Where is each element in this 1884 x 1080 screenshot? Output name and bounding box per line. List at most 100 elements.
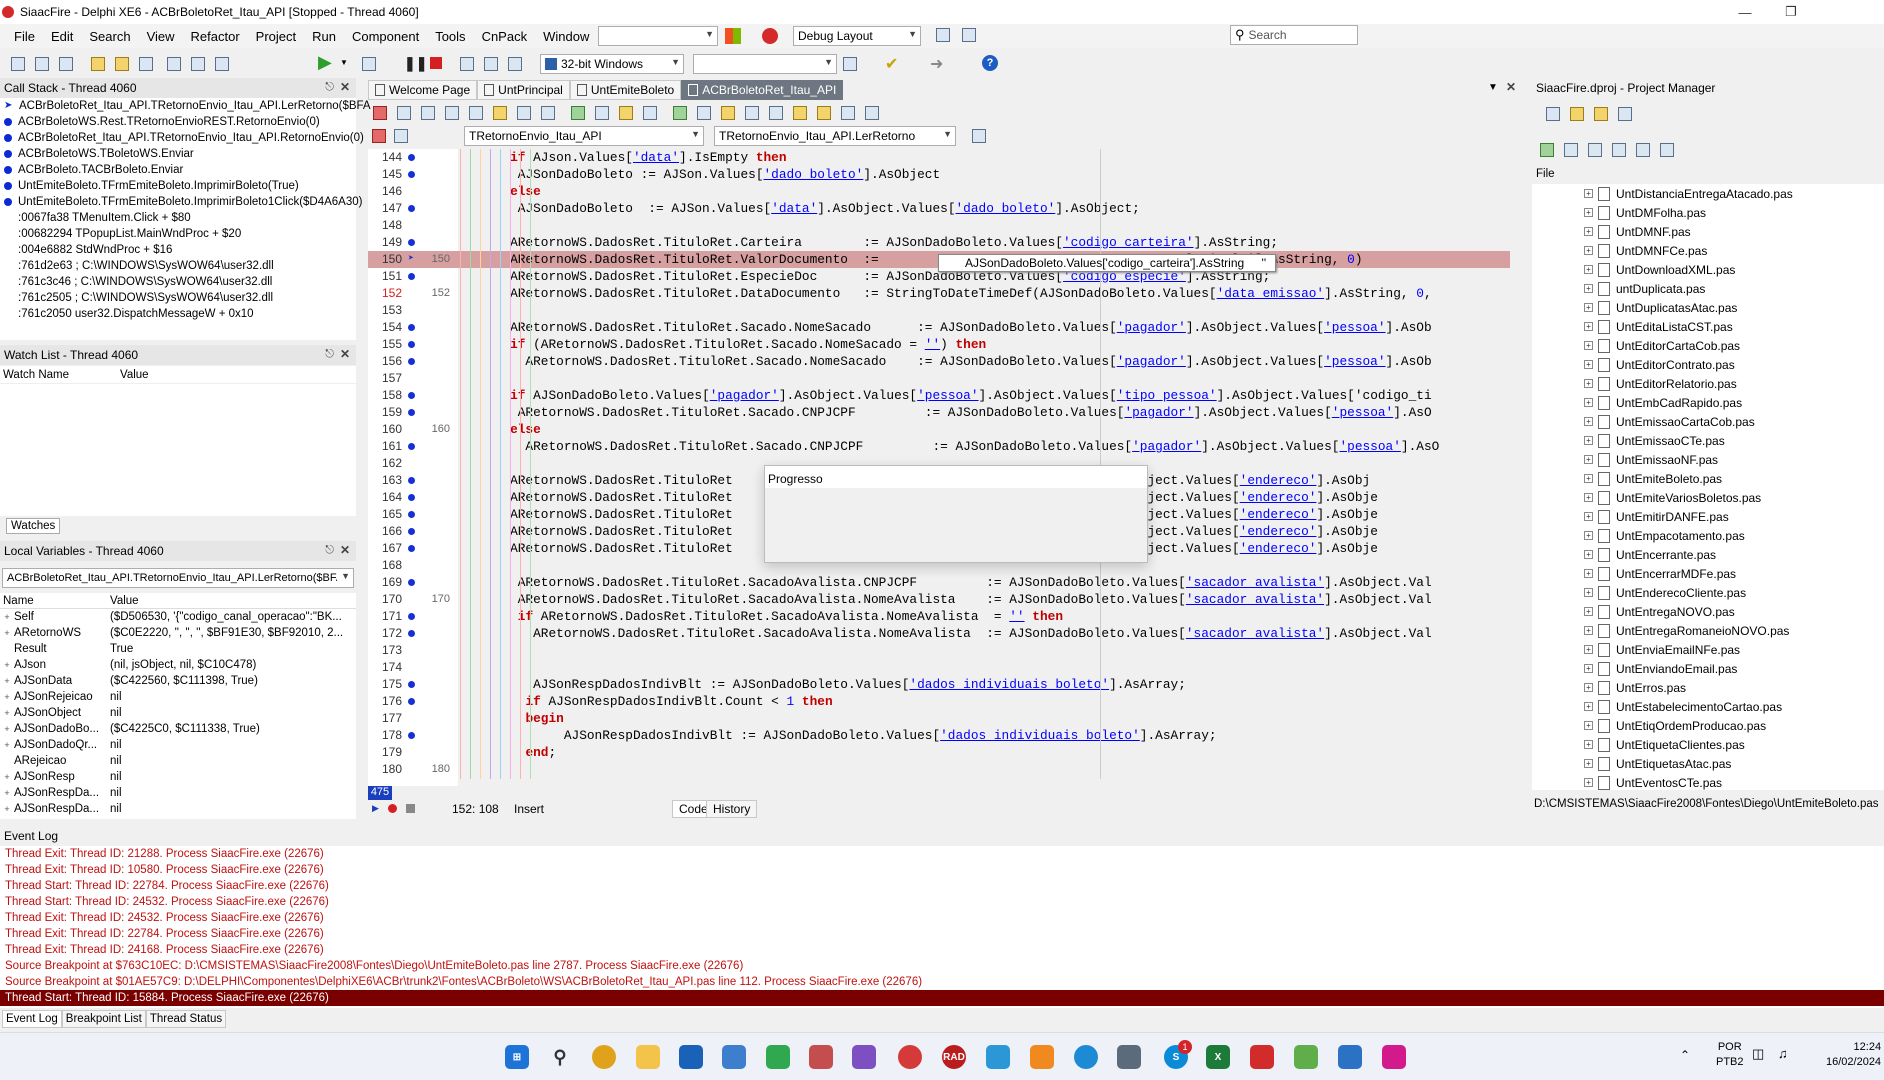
editor-tool-19-icon[interactable] [814, 103, 834, 123]
app-flower-icon[interactable] [809, 1045, 833, 1069]
call-stack-item[interactable]: ACBrBoletoRet_Itau_API.TRetornoEnvio_Ita… [0, 130, 364, 146]
desktop-layout-combo[interactable]: Debug Layout ▼ [793, 26, 921, 46]
event-log-entry[interactable]: Thread Start: Thread ID: 22784. Process … [0, 878, 1884, 894]
editor-tool-9-icon[interactable] [568, 103, 588, 123]
project-file-item[interactable]: + UntEmiteBoleto.pas [1584, 469, 1884, 488]
event-log-entry[interactable]: Thread Exit: Thread ID: 21288. Process S… [0, 846, 1884, 862]
forward-nav-icon[interactable]: ➜ [930, 54, 943, 74]
expand-icon[interactable]: + [0, 740, 14, 750]
breakpoint-dot-icon[interactable] [408, 239, 415, 246]
save-all-icon[interactable] [164, 54, 184, 74]
app-chart-icon[interactable] [1294, 1045, 1318, 1069]
table-row[interactable]: + AJSonRespDa... nil [0, 785, 356, 801]
expand-node-icon[interactable]: + [1584, 531, 1593, 540]
expand-node-icon[interactable]: + [1584, 284, 1593, 293]
reopen-icon[interactable] [112, 54, 132, 74]
event-log-entry[interactable]: Thread Start: Thread ID: 15884. Process … [0, 990, 1884, 1006]
start-icon[interactable]: ⊞ [505, 1045, 529, 1069]
app-orange-icon[interactable] [1030, 1045, 1054, 1069]
filter-icon[interactable] [1636, 143, 1650, 157]
breakpoint-dot-icon[interactable] [408, 681, 415, 688]
menu-item-cnpack[interactable]: CnPack [474, 29, 536, 44]
expand-icon[interactable]: + [0, 612, 14, 622]
menu-item-refactor[interactable]: Refactor [183, 29, 248, 44]
expand-node-icon[interactable]: + [1584, 702, 1593, 711]
project-file-item[interactable]: + UntEtiquetasAtac.pas [1584, 754, 1884, 773]
expand-node-icon[interactable]: + [1584, 721, 1593, 730]
project-file-item[interactable]: + UntDMNF.pas [1584, 222, 1884, 241]
expand-node-icon[interactable]: + [1584, 455, 1593, 464]
editor-tool-14-icon[interactable] [694, 103, 714, 123]
code-line[interactable]: 159 ARetornoWS.DadosRet.TituloRet.Sacado… [368, 404, 1510, 421]
close-button[interactable] [1814, 0, 1884, 24]
minimize-button[interactable]: — [1722, 0, 1768, 24]
editor-tool-6-icon[interactable] [490, 103, 510, 123]
sort-icon[interactable] [1612, 143, 1626, 157]
expand-node-icon[interactable]: + [1584, 189, 1593, 198]
expand-node-icon[interactable]: + [1584, 417, 1593, 426]
table-row[interactable]: ARejeicao nil [0, 753, 356, 769]
name-column-header[interactable]: Name [0, 595, 110, 607]
project-file-item[interactable]: + UntEstabelecimentoCartao.pas [1584, 697, 1884, 716]
pause-icon[interactable]: ❚❚ [404, 55, 427, 72]
expand-node-icon[interactable]: + [1584, 474, 1593, 483]
call-stack-item[interactable]: :761d2e63 ; C:\WINDOWS\SysWOW64\user32.d… [0, 258, 356, 274]
target-platform-combo[interactable]: 32-bit Windows ▼ [540, 54, 684, 74]
expand-icon[interactable]: + [0, 628, 14, 638]
project-file-item[interactable]: + UntEnviandoEmail.pas [1584, 659, 1884, 678]
project-file-item[interactable]: + UntDMFolha.pas [1584, 203, 1884, 222]
menu-item-project[interactable]: Project [248, 29, 304, 44]
editor-tool-13-icon[interactable] [670, 103, 690, 123]
toggle-form-icon[interactable] [372, 129, 386, 143]
menu-item-window[interactable]: Window [535, 29, 597, 44]
expand-node-icon[interactable]: + [1584, 436, 1593, 445]
configuration-combo[interactable]: ▼ [598, 26, 718, 46]
rad-studio-icon[interactable]: RAD [942, 1045, 966, 1069]
expand-icon[interactable]: + [0, 772, 14, 782]
tab-welcome page[interactable]: Welcome Page [368, 80, 478, 100]
code-line[interactable]: 157 [368, 370, 1510, 387]
tab-untemiteboleto[interactable]: UntEmiteBoleto [569, 80, 682, 100]
breakpoint-dot-icon[interactable] [408, 154, 415, 161]
editor-tool-3-icon[interactable] [418, 103, 438, 123]
sync-icon[interactable] [1540, 143, 1554, 157]
tab-event-log[interactable]: Event Log [2, 1010, 62, 1028]
project-file-item[interactable]: + UntEnderecoCliente.pas [1584, 583, 1884, 602]
breakpoint-dot-icon[interactable] [408, 698, 415, 705]
add-new-icon[interactable] [1570, 107, 1584, 121]
call-stack-item[interactable]: ACBrBoletoWS.TBoletoWS.Enviar [0, 146, 356, 162]
code-line[interactable]: 153 [368, 302, 1510, 319]
editor-tool-20-icon[interactable] [838, 103, 858, 123]
table-row[interactable]: Result True [0, 641, 356, 657]
editor-tool-21-icon[interactable] [862, 103, 882, 123]
project-file-item[interactable]: + UntEmiteVariosBoletos.pas [1584, 488, 1884, 507]
expand-icon[interactable] [1564, 143, 1578, 157]
search-icon[interactable]: ⚲ [548, 1045, 572, 1069]
editor-tool-11-icon[interactable] [616, 103, 636, 123]
new-icon[interactable] [8, 54, 28, 74]
project-file-item[interactable]: + UntEmbCadRapido.pas [1584, 393, 1884, 412]
tab-list-icon[interactable]: ▼ [1488, 82, 1498, 93]
expand-icon[interactable]: + [0, 788, 14, 798]
expand-icon[interactable]: + [0, 804, 14, 814]
editor-tool-5-icon[interactable] [466, 103, 486, 123]
run-without-debug-icon[interactable] [362, 57, 376, 71]
code-line[interactable]: 154 ARetornoWS.DadosRet.TituloRet.Sacado… [368, 319, 1510, 336]
open-icon[interactable] [88, 54, 108, 74]
call-stack-item[interactable]: :761c3c46 ; C:\WINDOWS\SysWOW64\user32.d… [0, 274, 356, 290]
breakpoint-dot-icon[interactable] [408, 732, 415, 739]
breakpoint-dot-icon[interactable] [408, 579, 415, 586]
code-line[interactable]: 170 170 ARetornoWS.DadosRet.TituloRet.Sac… [368, 591, 1510, 608]
project-file-item[interactable]: + UntEmitirDANFE.pas [1584, 507, 1884, 526]
editor-tool-2-icon[interactable] [394, 103, 414, 123]
expand-node-icon[interactable]: + [1584, 322, 1593, 331]
tab-watches[interactable]: Watches [6, 518, 61, 534]
breakpoint-dot-icon[interactable] [408, 409, 415, 416]
close-tab-icon[interactable]: ✕ [1506, 80, 1516, 94]
table-row[interactable]: + ARetornoWS ($C0E2220, '', '', '', $BF91E… [0, 625, 356, 641]
expand-node-icon[interactable]: + [1584, 759, 1593, 768]
save-desktop-icon[interactable] [936, 28, 950, 42]
breakpoint-dot-icon[interactable] [408, 494, 415, 501]
event-log-entry[interactable]: Thread Exit: Thread ID: 10580. Process S… [0, 862, 1884, 878]
volume-icon[interactable]: ♫ [1778, 1046, 1788, 1061]
